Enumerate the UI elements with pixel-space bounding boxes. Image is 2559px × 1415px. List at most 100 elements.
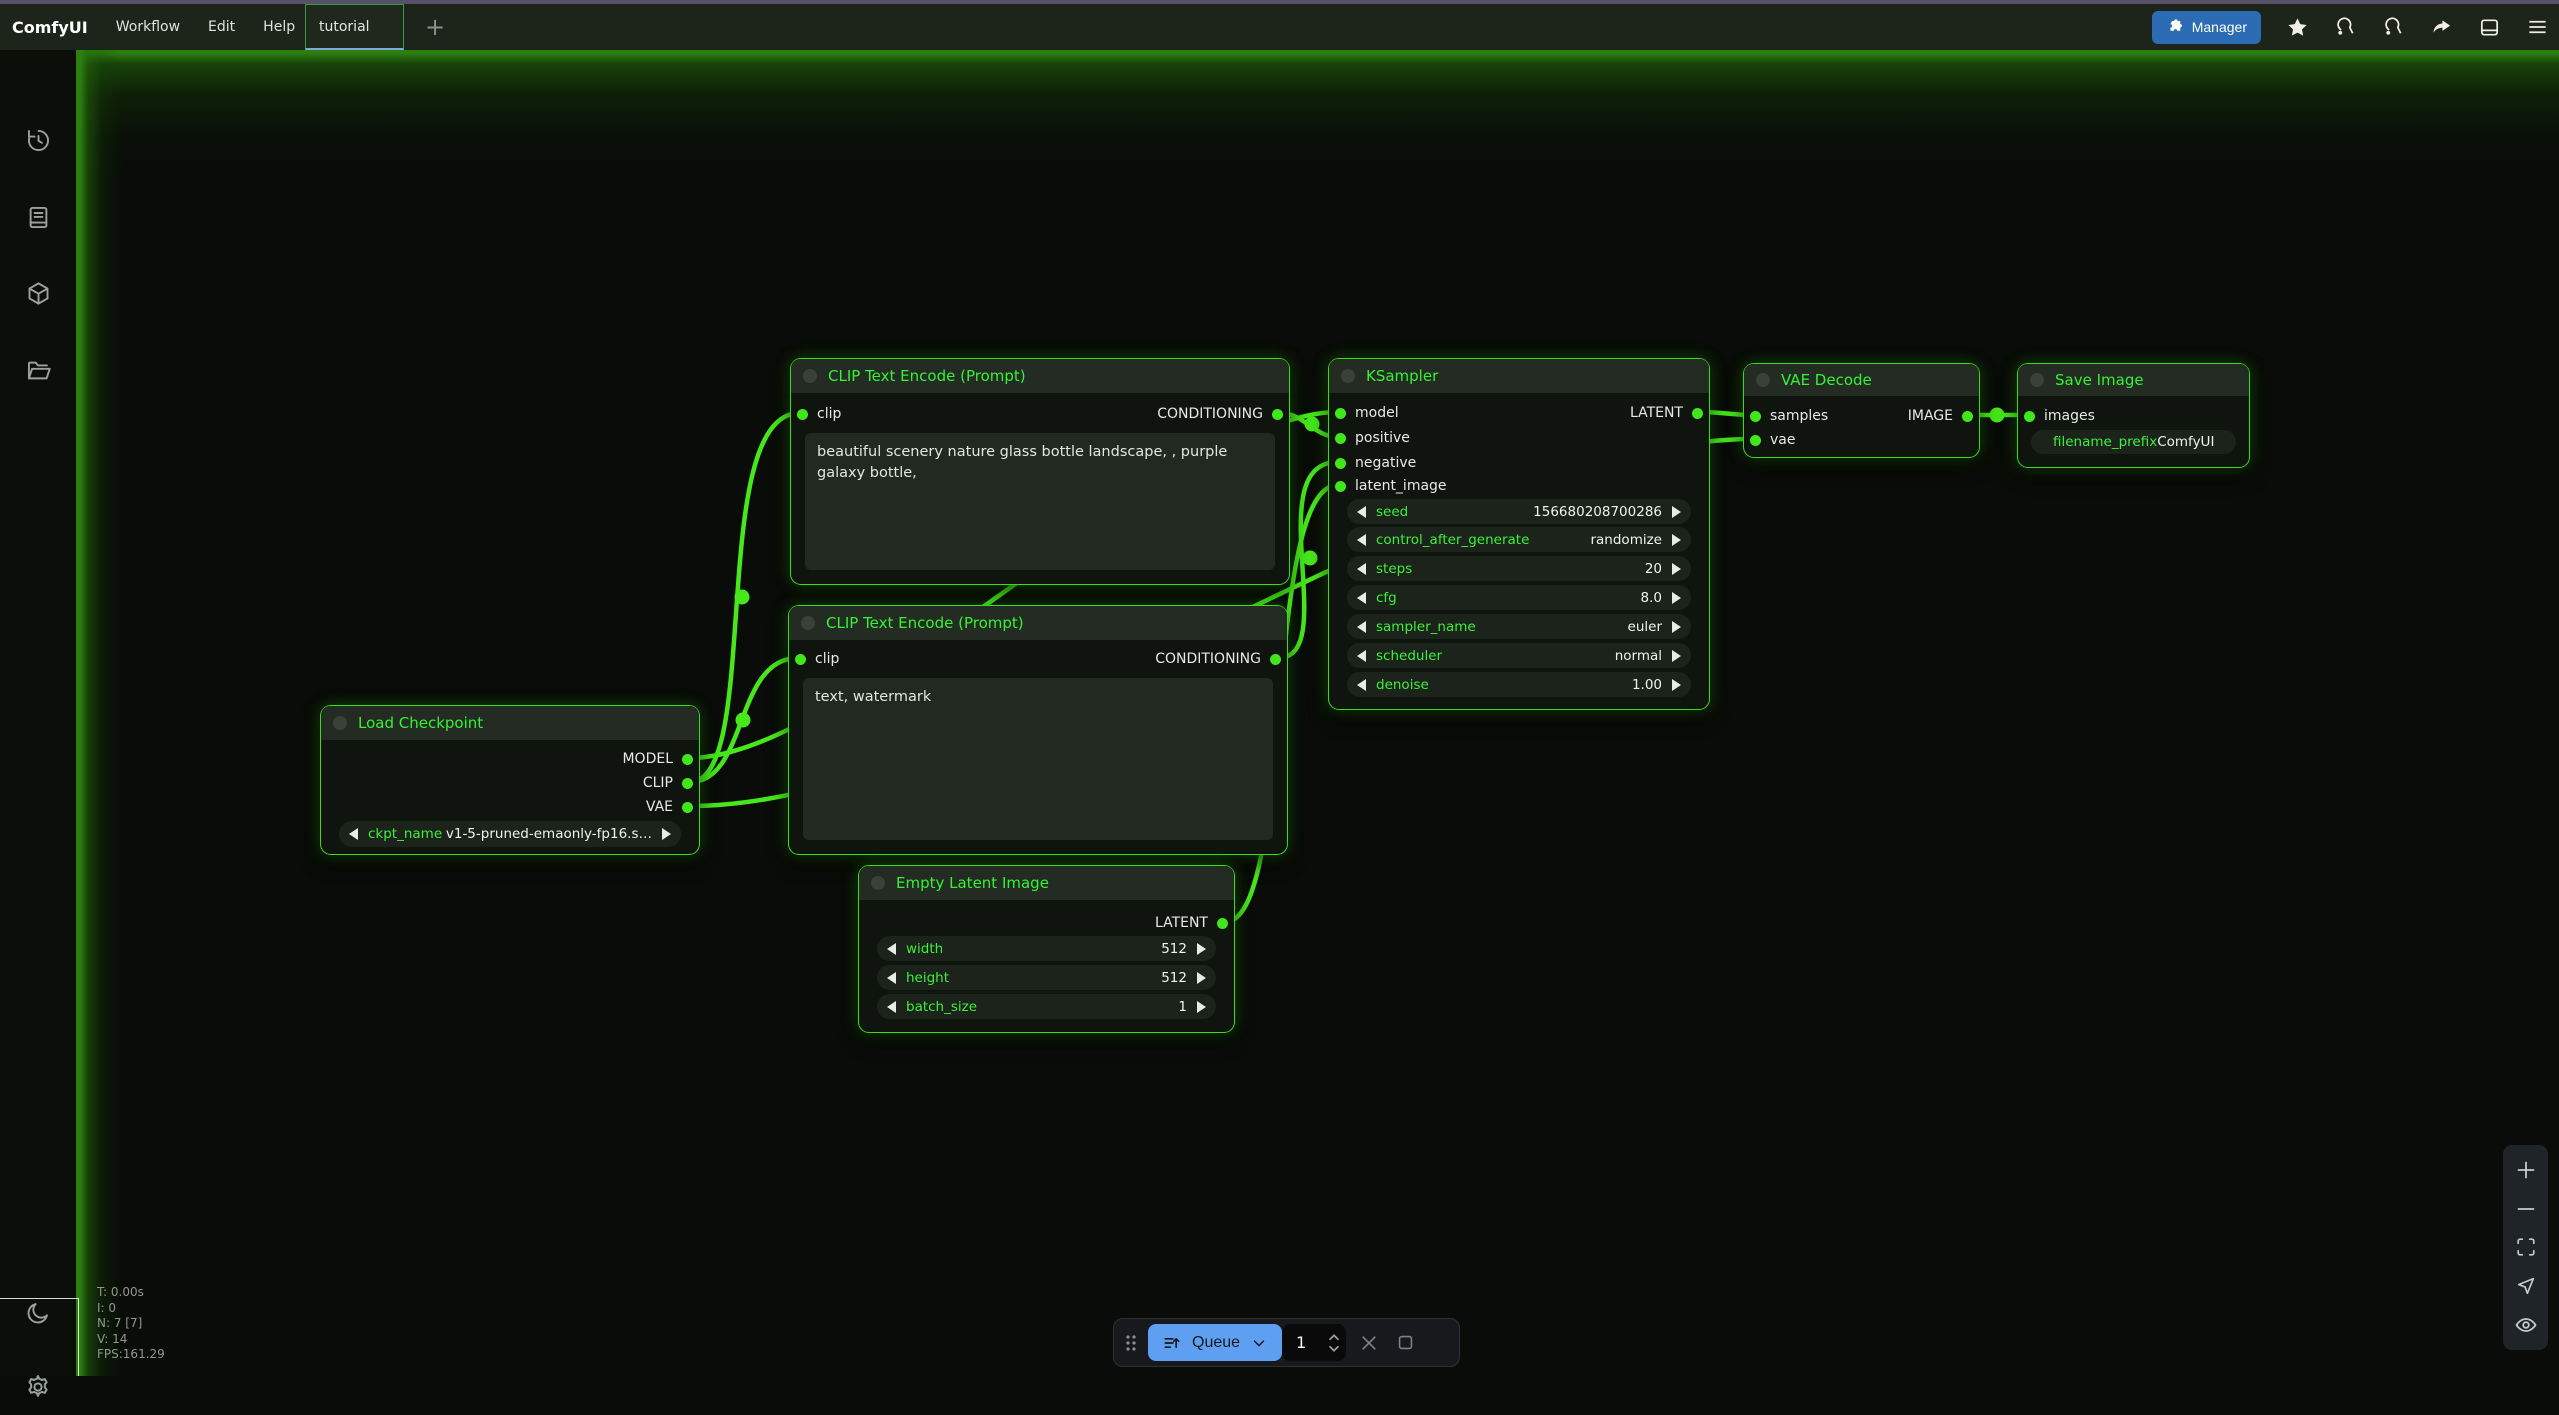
width-widget[interactable]: width 512 [877, 936, 1216, 961]
node-header[interactable]: Load Checkpoint [321, 706, 699, 740]
prev-arrow-icon[interactable] [887, 972, 896, 984]
collapse-dot[interactable] [801, 616, 815, 630]
prev-arrow-icon[interactable] [887, 943, 896, 955]
next-arrow-icon[interactable] [1672, 679, 1681, 691]
drag-handle-icon[interactable] [1124, 1332, 1138, 1354]
zoom-out-button[interactable] [2511, 1194, 2541, 1224]
queue-button[interactable]: Queue [1148, 1324, 1282, 1361]
collapse-dot[interactable] [871, 876, 885, 890]
prompt-textarea[interactable]: beautiful scenery nature glass bottle la… [805, 433, 1275, 570]
prompt-textarea[interactable]: text, watermark [803, 678, 1273, 840]
next-arrow-icon[interactable] [1672, 621, 1681, 633]
prev-arrow-icon[interactable] [1357, 534, 1366, 546]
output-port-dot[interactable] [1962, 411, 1973, 422]
bottom-panel-icon[interactable] [2478, 16, 2501, 39]
denoise-widget[interactable]: denoise 1.00 [1347, 672, 1691, 697]
next-arrow-icon[interactable] [1672, 534, 1681, 546]
output-port-dot[interactable] [682, 802, 693, 813]
prev-arrow-icon[interactable] [1357, 679, 1366, 691]
node-save-image[interactable]: Save Image images filename_prefix ComfyU… [2017, 363, 2250, 468]
cfg-widget[interactable]: cfg 8.0 [1347, 585, 1691, 610]
collapse-dot[interactable] [333, 716, 347, 730]
menu-edit[interactable]: Edit [208, 19, 235, 35]
output-port-dot[interactable] [1692, 408, 1703, 419]
ckpt-name-widget[interactable]: ckpt_name v1-5-pruned-emaonly-fp16.s… [339, 821, 681, 847]
node-header[interactable]: VAE Decode [1744, 364, 1979, 396]
zoom-in-button[interactable] [2511, 1155, 2541, 1185]
prev-arrow-icon[interactable] [1357, 650, 1366, 662]
scheduler-widget[interactable]: scheduler normal [1347, 643, 1691, 668]
input-port-dot[interactable] [795, 654, 806, 665]
control-after-generate-widget[interactable]: control_after_generate randomize [1347, 527, 1691, 552]
steps-widget[interactable]: steps 20 [1347, 556, 1691, 581]
node-clip-text-encode-positive[interactable]: CLIP Text Encode (Prompt) clip CONDITION… [790, 358, 1290, 585]
clear-queue-button[interactable] [1356, 1330, 1382, 1356]
collapse-dot[interactable] [1341, 369, 1355, 383]
height-widget[interactable]: height 512 [877, 965, 1216, 990]
workflow-tab-tutorial[interactable]: tutorial [305, 4, 404, 50]
sampler-name-widget[interactable]: sampler_name euler [1347, 614, 1691, 639]
toggle-links-button[interactable] [2511, 1310, 2541, 1340]
output-port-dot[interactable] [682, 778, 693, 789]
node-header[interactable]: Save Image [2018, 364, 2249, 396]
output-port-dot[interactable] [682, 754, 693, 765]
collapse-dot[interactable] [803, 369, 817, 383]
input-port-dot[interactable] [1335, 481, 1346, 492]
menu-workflow[interactable]: Workflow [116, 19, 180, 35]
prev-arrow-icon[interactable] [1357, 563, 1366, 575]
select-mode-button[interactable] [2511, 1271, 2541, 1301]
filename-prefix-widget[interactable]: filename_prefix ComfyUI [2031, 430, 2236, 454]
share-icon[interactable] [2430, 16, 2453, 39]
node-ksampler[interactable]: KSampler model positive negative latent_… [1328, 358, 1710, 710]
run-history-icon[interactable] [2382, 16, 2405, 39]
node-empty-latent-image[interactable]: Empty Latent Image LATENT width 512 heig… [858, 865, 1235, 1033]
sidebar-item-workflows[interactable] [0, 342, 76, 398]
output-port-dot[interactable] [1270, 654, 1281, 665]
input-port-dot[interactable] [1750, 411, 1761, 422]
sidebar-item-node-library[interactable] [0, 265, 76, 321]
next-arrow-icon[interactable] [1197, 943, 1206, 955]
next-arrow-icon[interactable] [1672, 563, 1681, 575]
node-clip-text-encode-negative[interactable]: CLIP Text Encode (Prompt) clip CONDITION… [788, 605, 1288, 855]
prev-arrow-icon[interactable] [349, 828, 358, 840]
next-arrow-icon[interactable] [1197, 972, 1206, 984]
node-vae-decode[interactable]: VAE Decode samples vae IMAGE [1743, 363, 1980, 458]
node-header[interactable]: CLIP Text Encode (Prompt) [791, 359, 1289, 393]
input-port-dot[interactable] [1335, 433, 1346, 444]
input-port-dot[interactable] [1335, 458, 1346, 469]
input-port-dot[interactable] [1750, 435, 1761, 446]
output-port-dot[interactable] [1272, 409, 1283, 420]
sidebar-item-queue[interactable] [0, 189, 76, 245]
batch-size-widget[interactable]: batch_size 1 [877, 994, 1216, 1019]
prev-arrow-icon[interactable] [887, 1001, 896, 1013]
node-header[interactable]: Empty Latent Image [859, 866, 1234, 900]
next-arrow-icon[interactable] [1672, 506, 1681, 518]
run-history-icon[interactable] [2334, 16, 2357, 39]
node-load-checkpoint[interactable]: Load Checkpoint MODEL CLIP VAE ckpt_name… [320, 705, 700, 855]
output-port-dot[interactable] [1217, 918, 1228, 929]
input-port-dot[interactable] [1335, 408, 1346, 419]
next-arrow-icon[interactable] [1672, 650, 1681, 662]
star-icon[interactable] [2286, 16, 2309, 39]
next-arrow-icon[interactable] [1197, 1001, 1206, 1013]
collapse-dot[interactable] [2030, 373, 2044, 387]
sidebar-item-history[interactable] [0, 112, 76, 168]
input-port-dot[interactable] [797, 409, 808, 420]
node-header[interactable]: KSampler [1329, 359, 1709, 393]
prev-arrow-icon[interactable] [1357, 506, 1366, 518]
menu-help[interactable]: Help [263, 19, 295, 35]
batch-count-input[interactable]: 1 [1282, 1324, 1346, 1361]
prev-arrow-icon[interactable] [1357, 621, 1366, 633]
fit-view-button[interactable] [2511, 1232, 2541, 1262]
prev-arrow-icon[interactable] [1357, 592, 1366, 604]
stop-button[interactable] [1392, 1330, 1418, 1356]
seed-widget[interactable]: seed 156680208700286 [1347, 499, 1691, 524]
collapse-dot[interactable] [1756, 373, 1770, 387]
next-arrow-icon[interactable] [662, 828, 671, 840]
menu-icon[interactable] [2526, 16, 2549, 39]
input-port-dot[interactable] [2024, 411, 2035, 422]
next-arrow-icon[interactable] [1672, 592, 1681, 604]
manager-button[interactable]: Manager [2152, 11, 2261, 44]
count-stepper[interactable] [1328, 1334, 1340, 1352]
new-workflow-button[interactable]: + [420, 12, 450, 42]
